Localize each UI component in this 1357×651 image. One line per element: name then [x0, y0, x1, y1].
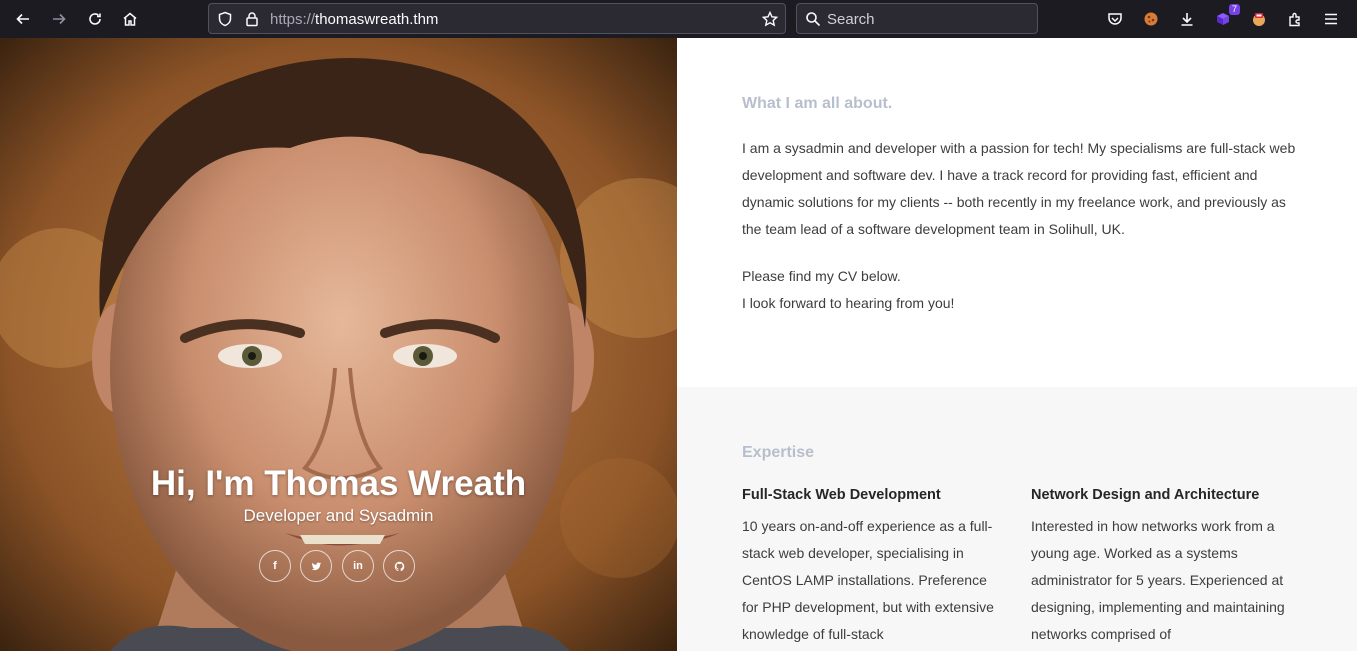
facebook-icon[interactable]: f — [259, 550, 291, 582]
shield-icon[interactable] — [216, 10, 234, 28]
url-protocol: https:// — [270, 11, 316, 28]
extension-badge: 7 — [1228, 4, 1240, 15]
expertise-item-text: 10 years on-and-off experience as a full… — [742, 518, 994, 642]
twitter-bird-glyph — [311, 562, 321, 570]
expertise-item-text: Interested in how networks work from a y… — [1031, 518, 1285, 642]
search-bar[interactable]: Search — [796, 3, 1038, 34]
download-icon[interactable] — [1174, 6, 1200, 32]
expertise-item: Full-Stack Web Development 10 years on-a… — [742, 487, 1002, 648]
forward-icon[interactable] — [46, 6, 72, 32]
about-paragraph: I am a sysadmin and developer with a pas… — [742, 140, 1296, 237]
search-icon — [806, 12, 821, 27]
pocket-icon[interactable] — [1102, 6, 1128, 32]
github-octocat-glyph — [394, 561, 404, 571]
social-links: f in — [259, 550, 417, 582]
expertise-item-title: Network Design and Architecture — [1031, 487, 1260, 503]
url-text[interactable]: https://thomaswreath.thm — [270, 11, 438, 28]
facebook-glyph: f — [273, 560, 277, 572]
about-section: What I am all about. I am a sysadmin and… — [677, 38, 1357, 387]
closing-note: I look forward to hearing from you! — [742, 295, 955, 311]
star-icon[interactable] — [761, 10, 779, 28]
url-host: thomaswreath.thm — [315, 11, 439, 28]
home-icon[interactable] — [117, 6, 143, 32]
expertise-heading: Expertise — [742, 444, 815, 461]
expertise-item-title: Full-Stack Web Development — [742, 487, 941, 503]
twitter-icon[interactable] — [300, 550, 332, 582]
extension-icon[interactable]: 7 — [1210, 4, 1240, 32]
extensions-icon[interactable] — [1282, 6, 1308, 32]
linkedin-icon[interactable]: in — [342, 550, 374, 582]
url-bar[interactable]: https://thomaswreath.thm — [208, 3, 786, 34]
expertise-section: Expertise Full-Stack Web Development 10 … — [677, 387, 1357, 651]
about-heading: What I am all about. — [742, 95, 893, 112]
cv-note: Please find my CV below. — [742, 268, 901, 284]
hero-title: Hi, I'm Thomas Wreath — [150, 464, 527, 503]
reload-icon[interactable] — [82, 6, 108, 32]
extension-icon[interactable] — [1138, 6, 1164, 32]
expertise-item: Network Design and Architecture Interest… — [1031, 487, 1291, 648]
hero-subtitle: Developer and Sysadmin — [243, 506, 434, 525]
hero-section: Hi, I'm Thomas Wreath Developer and Sysa… — [0, 38, 677, 651]
lock-icon[interactable] — [243, 10, 261, 28]
menu-icon[interactable] — [1318, 6, 1344, 32]
github-icon[interactable] — [383, 550, 415, 582]
back-icon[interactable] — [10, 6, 36, 32]
linkedin-glyph: in — [353, 560, 363, 572]
browser-toolbar: https://thomaswreath.thm Search 7 — [0, 0, 1357, 38]
extension-icon[interactable] — [1246, 6, 1272, 32]
search-placeholder: Search — [827, 11, 875, 28]
